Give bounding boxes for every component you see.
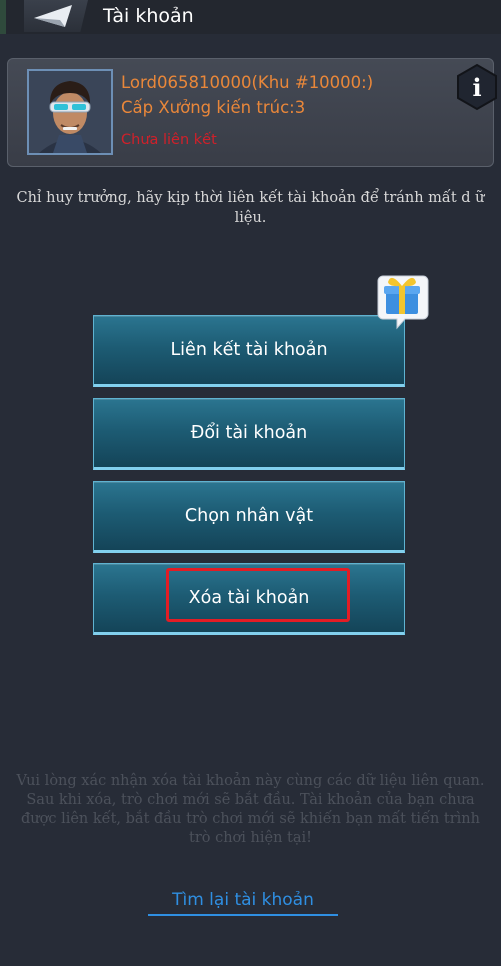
info-label: i [472, 73, 481, 102]
profile-card: Lord065810000(Khu #10000:) Cấp Xưởng kiế… [7, 58, 497, 167]
link-account-button[interactable]: Liên kết tài khoản [93, 315, 405, 387]
hint-text: Chỉ huy trưởng, hãy kịp thời liên kết tà… [16, 190, 485, 226]
info-button[interactable]: i [455, 63, 499, 111]
commander-portrait [29, 71, 111, 153]
switch-account-label: Đổi tài khoản [190, 423, 308, 443]
info-hexagon-icon: i [457, 63, 497, 111]
delete-warning-text: Vui lòng xác nhận xóa tài khoản này cùng… [16, 773, 485, 846]
delete-account-label: Xóa tài khoản [188, 588, 310, 608]
gift-badge[interactable] [375, 270, 429, 330]
page-title: Tài khoản [103, 5, 194, 27]
link-account-label: Liên kết tài khoản [170, 340, 328, 360]
recover-account-link[interactable]: Tìm lại tài khoản [148, 890, 338, 916]
top-bar: Tài khoản [0, 0, 501, 34]
header-accent [0, 0, 6, 34]
switch-account-button[interactable]: Đổi tài khoản [93, 398, 405, 470]
choose-character-label: Chọn nhân vật [184, 506, 314, 526]
delete-account-button[interactable]: Xóa tài khoản [93, 563, 405, 635]
paper-plane-back-icon [34, 5, 72, 27]
choose-character-button[interactable]: Chọn nhân vật [93, 481, 405, 553]
gift-box-icon [377, 275, 429, 330]
avatar[interactable] [27, 69, 113, 155]
player-level: Cấp Xưởng kiến trúc:3 [121, 98, 306, 117]
player-name: Lord065810000(Khu #10000:) [121, 73, 374, 92]
link-status: Chưa liên kết [121, 132, 217, 148]
back-button[interactable] [24, 0, 88, 32]
